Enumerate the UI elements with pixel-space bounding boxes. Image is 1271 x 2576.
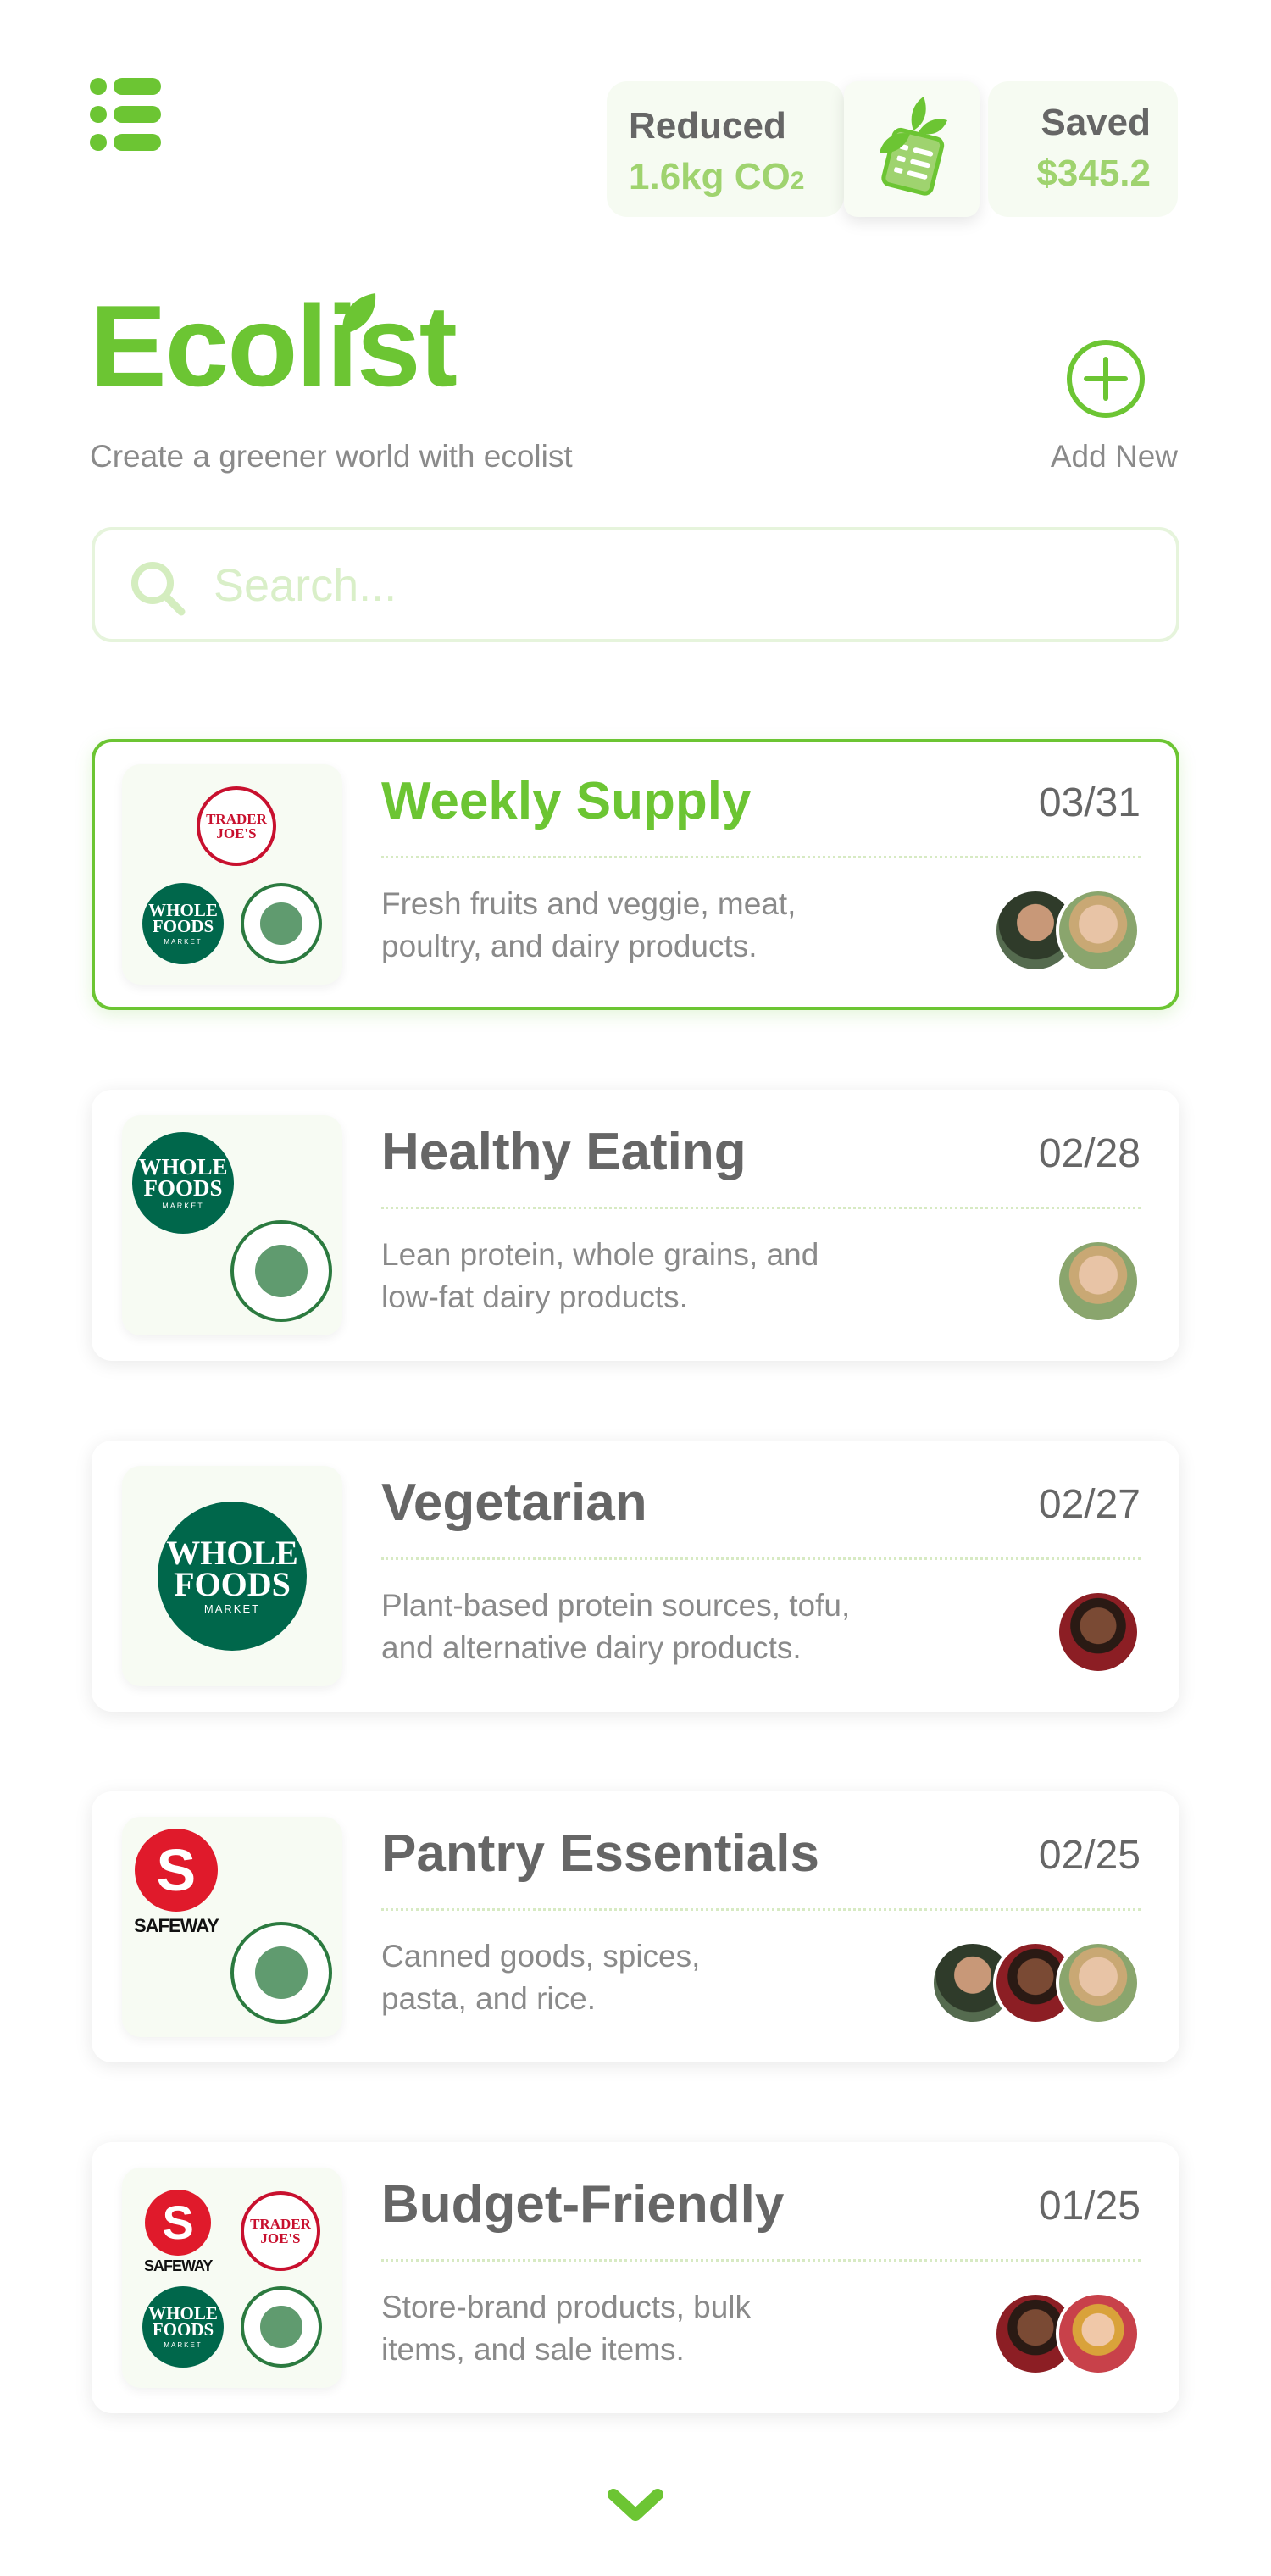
- list-title: Vegetarian: [381, 1474, 647, 1532]
- reduced-value: 1.6kg CO2: [629, 156, 805, 197]
- avatar: [1056, 1940, 1141, 2025]
- list-title: Weekly Supply: [381, 772, 752, 830]
- avatar: [1056, 1590, 1141, 1674]
- berkeley-bowl-logo: [230, 1220, 332, 1322]
- store-logos: SAFEWAY TRADERJOE'S WHOLEFOODSMARKET: [122, 2168, 342, 2388]
- list-card-healthy-eating[interactable]: WHOLE FOODS MARKET Healthy Eating 02/28 Le…: [92, 1090, 1179, 1361]
- safeway-logo: SAFEWAY: [134, 1829, 219, 1937]
- member-avatars: [1056, 1590, 1141, 1674]
- list-description: Plant-based protein sources, tofu, and al…: [381, 1588, 851, 1665]
- list-date: 03/31: [1038, 780, 1141, 825]
- list-title: Pantry Essentials: [381, 1824, 819, 1883]
- trader-joes-logo: TRADER JOE'S: [241, 2191, 320, 2271]
- add-new-label: Add New: [1050, 439, 1178, 474]
- store-logos: SAFEWAY: [122, 1817, 342, 2037]
- app-logo: Ecolist: [90, 281, 458, 424]
- list-description: Canned goods, spices, pasta, and rice.: [381, 1939, 701, 2016]
- member-avatars: [993, 888, 1141, 973]
- member-avatars: [993, 2291, 1141, 2376]
- berkeley-bowl-logo: [241, 883, 322, 964]
- list-card-pantry-essentials[interactable]: SAFEWAY Pantry Essentials 02/25 Canned g…: [92, 1791, 1179, 2062]
- list-description: Lean protein, whole grains, and low-fat d…: [381, 1237, 819, 1314]
- avatar: [1056, 2291, 1141, 2376]
- store-logos: TRADER JOE'S WHOLE FOODS MARKET: [122, 764, 342, 985]
- saved-label: Saved: [1041, 102, 1151, 143]
- add-new-button[interactable]: Add New: [1032, 339, 1178, 483]
- whole-foods-logo: WHOLE FOODS MARKET: [132, 1132, 234, 1234]
- plus-circle-icon: [1067, 340, 1145, 418]
- saved-value: $345.2: [1036, 153, 1151, 194]
- store-logos: WHOLE FOODS MARKET: [122, 1115, 342, 1335]
- member-avatars: [930, 1940, 1141, 2025]
- divider: [381, 1557, 1141, 1560]
- trader-joes-logo: TRADER JOE'S: [197, 786, 276, 866]
- list-date: 02/27: [1038, 1482, 1141, 1527]
- berkeley-bowl-logo: [230, 1922, 332, 2024]
- member-avatars: [1056, 1239, 1141, 1324]
- menu-list-icon: [90, 78, 161, 95]
- list-date: 01/25: [1038, 2184, 1141, 2229]
- berkeley-bowl-logo: [241, 2286, 322, 2368]
- impact-stats: Reduced 1.6kg CO2 Saved $345.2: [607, 81, 1178, 217]
- divider: [381, 1207, 1141, 1209]
- avatar: [1056, 1239, 1141, 1324]
- whole-foods-logo: WHOLE FOODS MARKET: [158, 1502, 307, 1651]
- whole-foods-logo: WHOLE FOODS MARKET: [142, 2286, 224, 2368]
- list-card-vegetarian[interactable]: WHOLE FOODS MARKET Vegetarian 02/27 Plant-…: [92, 1441, 1179, 1712]
- list-card-budget-friendly[interactable]: SAFEWAY TRADERJOE'S WHOLEFOODSMARKET Bud…: [92, 2142, 1179, 2413]
- reduced-stat: Reduced 1.6kg CO2: [607, 81, 844, 217]
- search-input[interactable]: [214, 549, 1146, 622]
- tagline: Create a greener world with ecolist: [90, 439, 573, 474]
- avatar: [1056, 888, 1141, 973]
- eco-list-button[interactable]: [844, 81, 980, 217]
- logo-text: Ecolist: [90, 281, 458, 410]
- reduced-label: Reduced: [629, 105, 786, 147]
- store-logos: WHOLE FOODS MARKET: [122, 1466, 342, 1686]
- list-title: Healthy Eating: [381, 1123, 747, 1181]
- list-date: 02/28: [1038, 1131, 1141, 1176]
- safeway-logo: SAFEWAY: [144, 2190, 213, 2275]
- divider: [381, 2259, 1141, 2262]
- search-icon: [131, 562, 186, 616]
- search-bar: [92, 527, 1179, 642]
- divider: [381, 1908, 1141, 1911]
- saved-stat: Saved $345.2: [988, 81, 1178, 217]
- list-description: Fresh fruits and veggie, meat, poultry, a…: [381, 886, 796, 963]
- divider: [381, 856, 1141, 858]
- list-card-weekly-supply[interactable]: TRADER JOE'S WHOLE FOODS MARKET Weekly Supp…: [92, 739, 1179, 1010]
- list-description: Store-brand products, bulk items, and sal…: [381, 2290, 752, 2367]
- chevron-down-icon: [608, 2489, 663, 2521]
- load-more-button[interactable]: [605, 2484, 666, 2527]
- menu-button[interactable]: [90, 78, 161, 151]
- list-title: Budget-Friendly: [381, 2175, 785, 2234]
- eco-list-icon: [880, 97, 947, 196]
- leaf-icon: [342, 293, 376, 334]
- list-date: 02/25: [1038, 1833, 1141, 1878]
- whole-foods-logo: WHOLE FOODS MARKET: [142, 883, 224, 964]
